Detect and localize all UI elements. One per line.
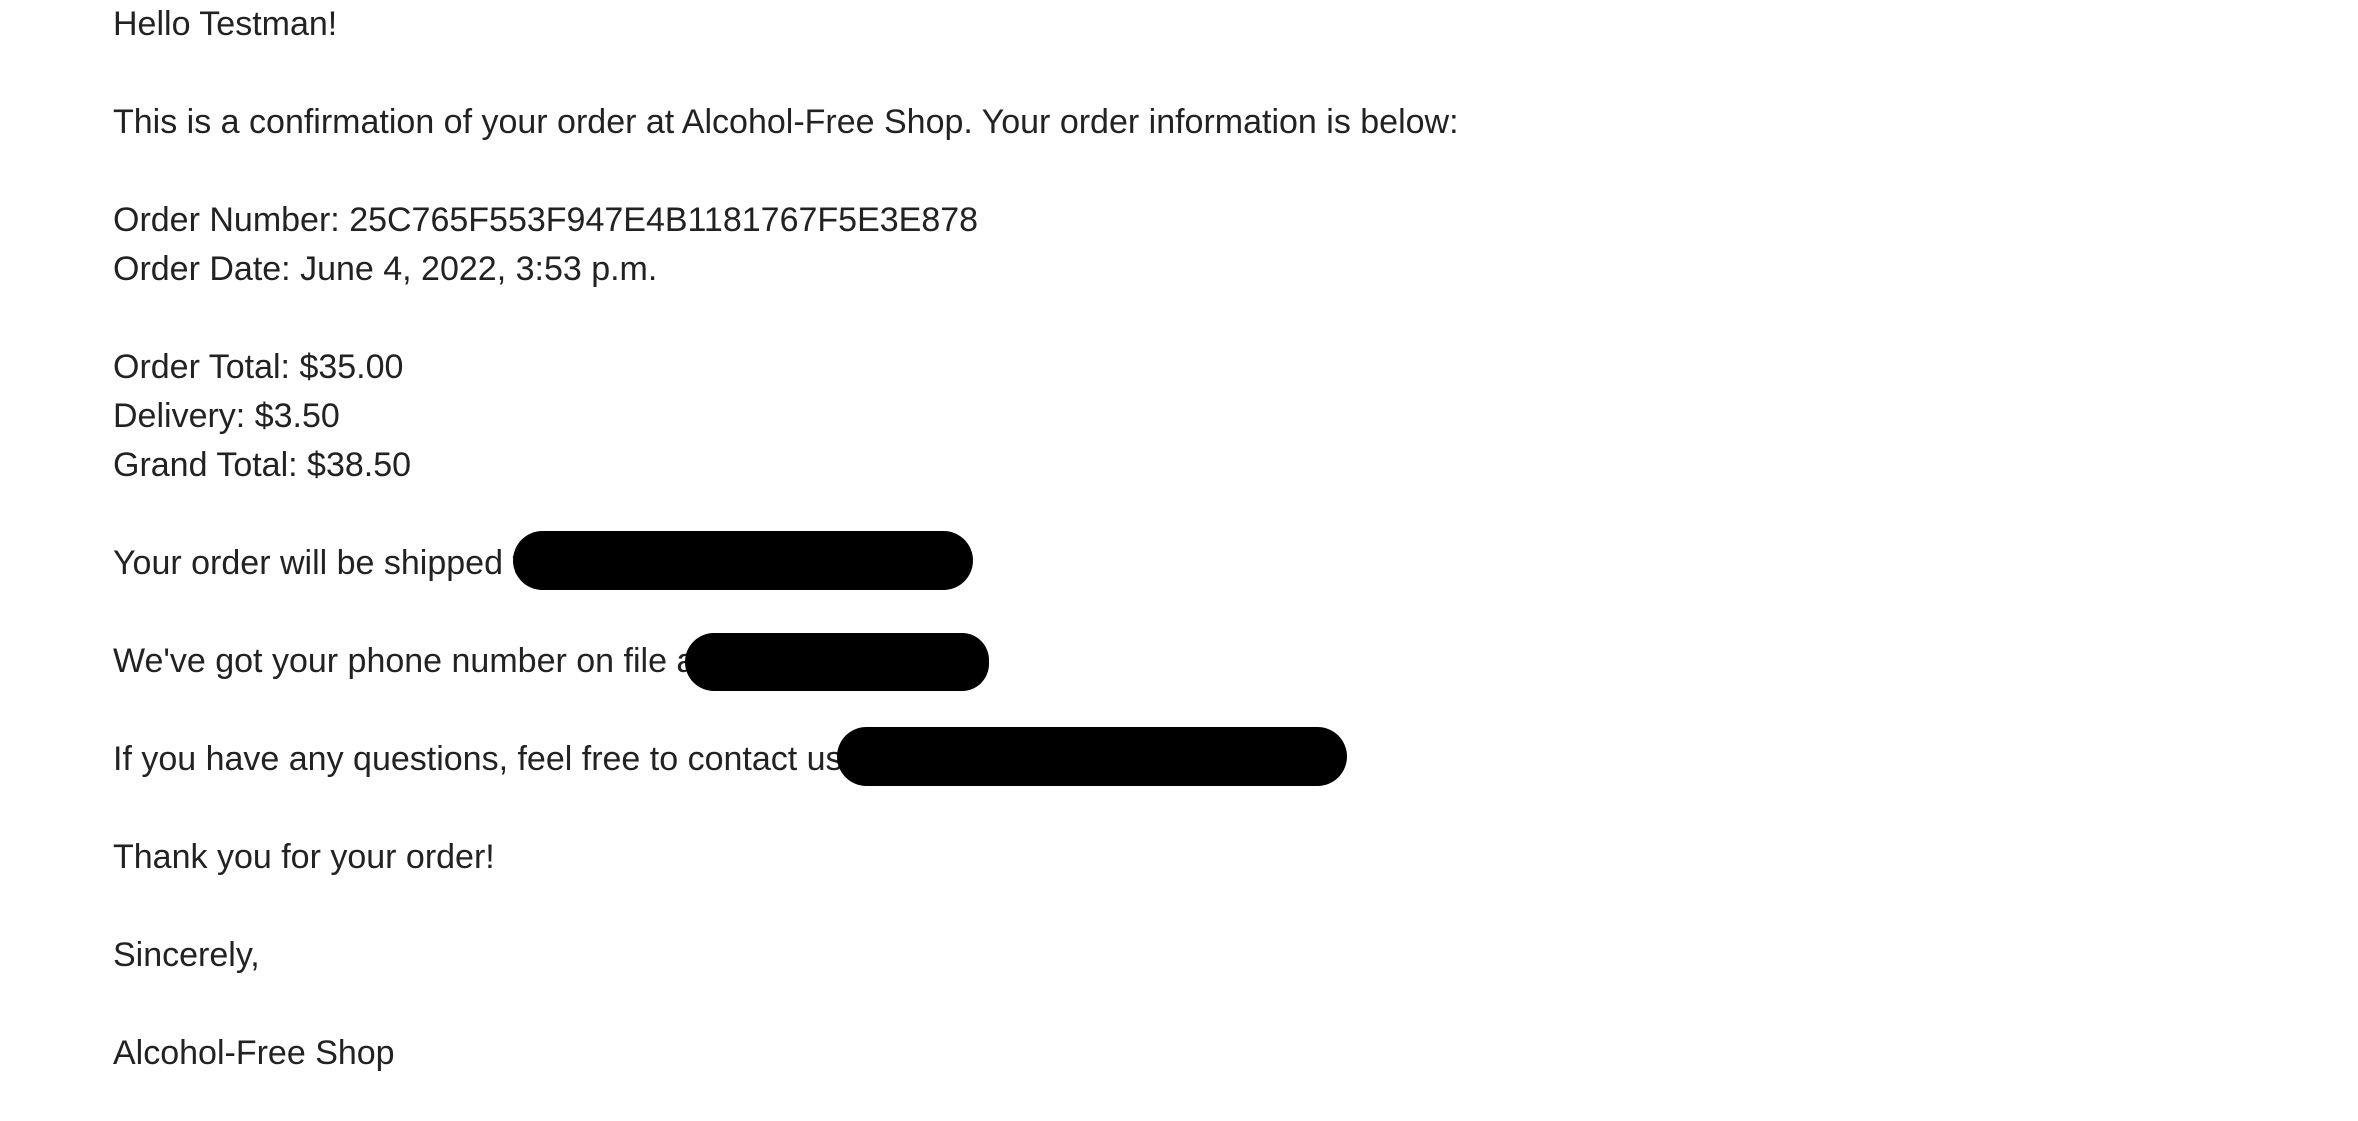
order-total-value: $35.00 bbox=[299, 348, 404, 386]
greeting: Hello Testman! bbox=[113, 5, 338, 43]
order-number-line: Order Number: 25C765F553F947E4B1181767F5… bbox=[113, 196, 2313, 245]
delivery-value: $3.50 bbox=[254, 397, 340, 435]
order-total-line: Order Total: $35.00 bbox=[113, 343, 2313, 392]
signature: Alcohol-Free Shop bbox=[113, 1034, 395, 1072]
grand-total-value: $38.50 bbox=[307, 446, 412, 484]
intro-text: This is a confirmation of your order at … bbox=[113, 103, 1459, 141]
phone-line: We've got your phone number on file as bbox=[113, 633, 2313, 691]
shipping-text: Your order will be shipped to bbox=[113, 544, 541, 582]
grand-total-line: Grand Total: $38.50 bbox=[113, 441, 2313, 490]
order-date-line: Order Date: June 4, 2022, 3:53 p.m. bbox=[113, 245, 2313, 294]
order-date-value: June 4, 2022, 3:53 p.m. bbox=[300, 250, 658, 288]
order-number-label: Order Number: bbox=[113, 201, 350, 239]
closing-text: Sincerely, bbox=[113, 936, 260, 974]
email-body: Hello Testman! This is a confirmation of… bbox=[113, 0, 2313, 1078]
thanks-text: Thank you for your order! bbox=[113, 838, 495, 876]
phone-text: We've got your phone number on file as bbox=[113, 642, 713, 680]
contact-email-redaction bbox=[837, 727, 1347, 786]
contact-line: If you have any questions, feel free to … bbox=[113, 727, 2313, 786]
shipping-address-redaction bbox=[513, 531, 973, 590]
delivery-line: Delivery: $3.50 bbox=[113, 392, 2313, 441]
order-total-label: Order Total: bbox=[113, 348, 300, 386]
shipping-line: Your order will be shipped to bbox=[113, 531, 2313, 590]
grand-total-label: Grand Total: bbox=[113, 446, 308, 484]
order-date-label: Order Date: bbox=[113, 250, 301, 288]
contact-text: If you have any questions, feel free to … bbox=[113, 740, 881, 778]
delivery-label: Delivery: bbox=[113, 397, 255, 435]
order-number-value: 25C765F553F947E4B1181767F5E3E878 bbox=[349, 201, 979, 239]
phone-number-redaction bbox=[685, 633, 989, 691]
